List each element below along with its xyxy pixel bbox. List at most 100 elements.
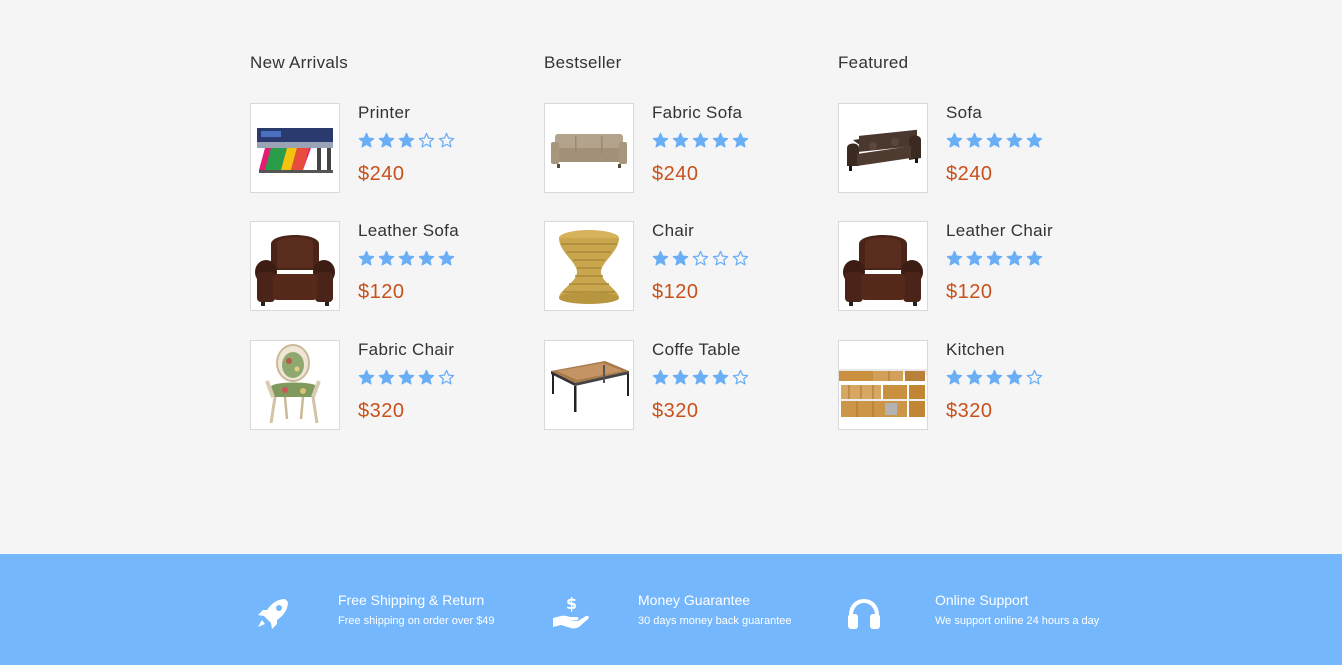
product-item[interactable]: Coffe Table $320 [544,340,838,430]
product-rating [652,250,749,267]
product-name[interactable]: Chair [652,221,694,241]
star-filled-icon [1006,132,1023,148]
star-filled-icon [712,132,729,148]
product-item[interactable]: Printer $240 [250,103,544,193]
product-item[interactable]: Leather Chair $120 [838,221,1132,311]
product-name[interactable]: Printer [358,103,410,123]
star-filled-icon [652,369,669,385]
product-name[interactable]: Fabric Sofa [652,103,742,123]
star-filled-icon [986,250,1003,266]
star-empty-icon [438,132,455,148]
star-filled-icon [732,132,749,148]
star-filled-icon [1006,250,1023,266]
product-rating [946,250,1043,267]
column-title: Featured [838,53,909,72]
star-filled-icon [712,369,729,385]
product-image[interactable] [544,340,634,430]
star-filled-icon [946,369,963,385]
star-filled-icon [946,132,963,148]
star-filled-icon [946,250,963,266]
feature-title: Free Shipping & Return [338,592,485,608]
star-empty-icon [732,250,749,266]
product-price: $320 [652,400,699,422]
star-filled-icon [672,132,689,148]
star-empty-icon [732,369,749,385]
star-filled-icon [652,250,669,266]
star-empty-icon [1026,369,1043,385]
star-filled-icon [966,132,983,148]
product-name[interactable]: Leather Sofa [358,221,459,241]
star-filled-icon [986,132,1003,148]
feature-subtitle: 30 days money back guarantee [638,615,792,627]
star-empty-icon [692,250,709,266]
product-item[interactable]: Sofa $240 [838,103,1132,193]
star-filled-icon [966,369,983,385]
product-price: $320 [946,400,993,422]
product-image[interactable] [250,103,340,193]
star-filled-icon [1026,132,1043,148]
headphones-icon [848,599,880,629]
star-filled-icon [358,369,375,385]
product-rating [358,369,455,386]
money-hand-icon: $ [553,594,589,629]
product-price: $240 [946,163,993,185]
product-rating [652,132,749,149]
product-price: $240 [358,163,405,185]
product-name[interactable]: Sofa [946,103,982,123]
product-price: $240 [652,163,699,185]
star-filled-icon [398,250,415,266]
star-filled-icon [672,250,689,266]
column-new-arrivals: New Arrivals Printer $240 Leather Sofa $120… [250,52,544,430]
product-rating [358,132,455,149]
star-filled-icon [378,132,395,148]
column-title: Bestseller [544,53,622,72]
product-item[interactable]: Chair $120 [544,221,838,311]
product-name[interactable]: Fabric Chair [358,340,454,360]
product-price: $120 [946,281,993,303]
star-filled-icon [438,250,455,266]
column-bestseller: Bestseller Fabric Sofa $240 Chair $120 Coffe… [544,52,838,430]
star-filled-icon [418,369,435,385]
product-item[interactable]: Fabric Chair $320 [250,340,544,430]
product-image[interactable] [250,340,340,430]
product-rating [358,250,455,267]
product-rating [946,369,1043,386]
feature-subtitle: Free shipping on order over $49 [338,615,495,627]
feature-title: Money Guarantee [638,592,751,608]
star-filled-icon [986,369,1003,385]
product-rating [946,132,1043,149]
star-filled-icon [652,132,669,148]
product-price: $320 [358,400,405,422]
product-rating [652,369,749,386]
product-image[interactable] [838,103,928,193]
product-item[interactable]: Fabric Sofa $240 [544,103,838,193]
product-image[interactable] [838,340,928,430]
product-price: $120 [652,281,699,303]
svg-text:$: $ [566,594,577,613]
product-name[interactable]: Kitchen [946,340,1005,360]
product-price: $120 [358,281,405,303]
product-image[interactable] [544,103,634,193]
star-filled-icon [692,369,709,385]
star-empty-icon [712,250,729,266]
product-image[interactable] [838,221,928,311]
star-filled-icon [398,132,415,148]
product-item[interactable]: Kitchen $320 [838,340,1132,430]
features-footer: Free Shipping & Return Free shipping on … [0,554,1342,665]
star-filled-icon [418,250,435,266]
star-empty-icon [438,369,455,385]
star-filled-icon [378,369,395,385]
star-filled-icon [1026,250,1043,266]
star-filled-icon [358,132,375,148]
product-image[interactable] [250,221,340,311]
column-featured: Featured Sofa $240 Leather Chair $120 Kitche… [838,52,1132,430]
product-name[interactable]: Leather Chair [946,221,1053,241]
product-image[interactable] [544,221,634,311]
star-empty-icon [418,132,435,148]
column-title: New Arrivals [250,53,349,72]
star-filled-icon [378,250,395,266]
product-name[interactable]: Coffe Table [652,340,741,360]
star-filled-icon [398,369,415,385]
product-item[interactable]: Leather Sofa $120 [250,221,544,311]
rocket-icon [258,599,288,629]
